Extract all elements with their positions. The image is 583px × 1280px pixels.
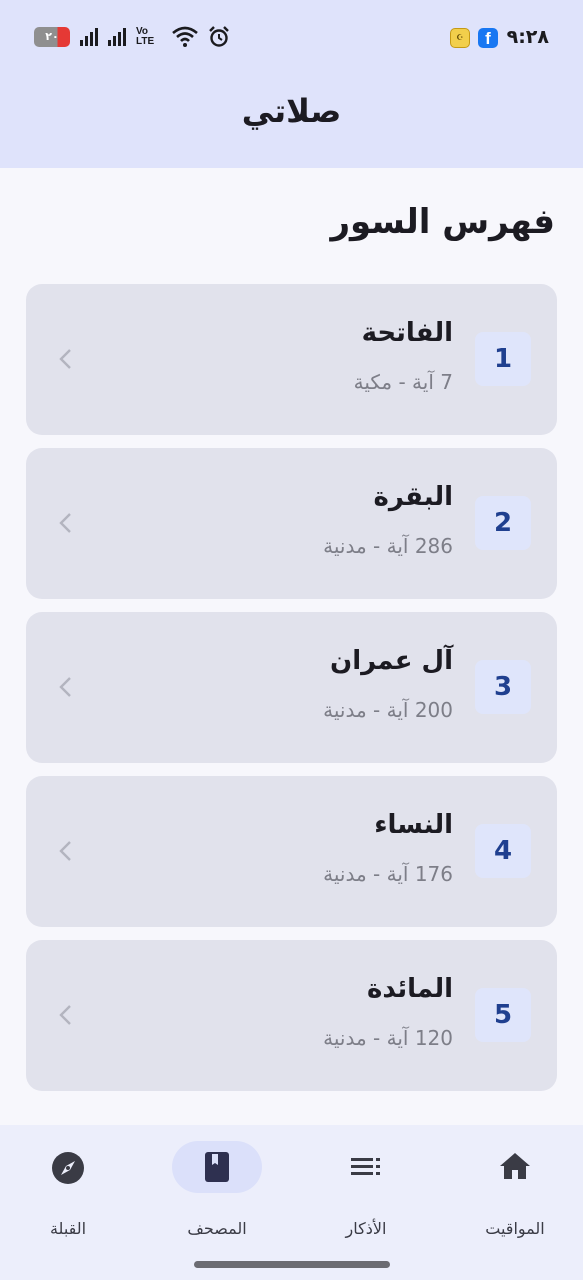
home-icon — [500, 1153, 530, 1179]
nav-label: الأذكار — [345, 1219, 387, 1238]
sura-number: 1 — [475, 332, 531, 386]
nav-label: المواقيت — [485, 1219, 545, 1238]
sura-info: 7 آية - مكية — [353, 370, 453, 394]
nav-item-prayer-times[interactable]: المواقيت — [450, 1141, 580, 1251]
sura-info: 120 آية - مدنية — [323, 1026, 453, 1050]
bottom-navigation: المواقيت الأذكار المصحف القبلة — [0, 1125, 583, 1280]
status-bar: ٢٠ Vo LTE ☪ f ٩:٢٨ — [0, 0, 583, 78]
sura-card[interactable]: 1 الفاتحة 7 آية - مكية — [26, 284, 557, 435]
status-left: ٢٠ Vo LTE — [34, 26, 230, 48]
sura-name: المائدة — [367, 974, 453, 1004]
sura-number: 4 — [475, 824, 531, 878]
home-indicator[interactable] — [194, 1261, 390, 1268]
chevron-left-icon — [59, 513, 71, 533]
status-time: ٩:٢٨ — [506, 26, 549, 48]
sura-card[interactable]: 5 المائدة 120 آية - مدنية — [26, 940, 557, 1091]
signal-icon — [80, 28, 98, 46]
notification-icons: ☪ f — [450, 28, 498, 48]
chevron-left-icon — [59, 1005, 71, 1025]
sura-info: 286 آية - مدنية — [323, 534, 453, 558]
sura-number: 3 — [475, 660, 531, 714]
alarm-icon — [209, 26, 229, 47]
chevron-left-icon — [59, 349, 71, 369]
sura-info: 176 آية - مدنية — [323, 862, 453, 886]
sura-name: النساء — [374, 810, 453, 840]
nav-label: المصحف — [187, 1219, 247, 1238]
sura-number: 5 — [475, 988, 531, 1042]
battery-icon: ٢٠ — [34, 27, 70, 47]
sura-card[interactable]: 4 النساء 176 آية - مدنية — [26, 776, 557, 927]
section-title: فهرس السور — [330, 202, 555, 242]
wifi-icon — [172, 26, 198, 47]
sura-list: 1 الفاتحة 7 آية - مكية 2 البقرة 286 آية … — [26, 284, 557, 1104]
compass-icon — [52, 1152, 84, 1184]
volte-icon: Vo LTE — [136, 26, 155, 47]
app-title: صلاتي — [241, 92, 342, 130]
sura-name: البقرة — [373, 482, 453, 512]
nav-item-mushaf[interactable]: المصحف — [152, 1141, 282, 1251]
nav-label: القبلة — [49, 1219, 87, 1238]
facebook-icon: f — [478, 28, 498, 48]
sura-card[interactable]: 3 آل عمران 200 آية - مدنية — [26, 612, 557, 763]
sura-number: 2 — [475, 496, 531, 550]
sura-info: 200 آية - مدنية — [323, 698, 453, 722]
chevron-left-icon — [59, 677, 71, 697]
sura-card[interactable]: 2 البقرة 286 آية - مدنية — [26, 448, 557, 599]
nav-item-qibla[interactable]: القبلة — [3, 1141, 133, 1251]
app-notification-icon: ☪ — [450, 28, 470, 48]
chevron-left-icon — [59, 841, 71, 861]
nav-item-adhkar[interactable]: الأذكار — [301, 1141, 431, 1251]
signal-icon-2 — [108, 28, 126, 46]
list-icon — [351, 1158, 380, 1175]
book-icon — [205, 1152, 229, 1182]
app-header: ٢٠ Vo LTE ☪ f ٩:٢٨ صلاتي — [0, 0, 583, 168]
sura-name: آل عمران — [330, 646, 453, 676]
sura-name: الفاتحة — [361, 318, 453, 348]
